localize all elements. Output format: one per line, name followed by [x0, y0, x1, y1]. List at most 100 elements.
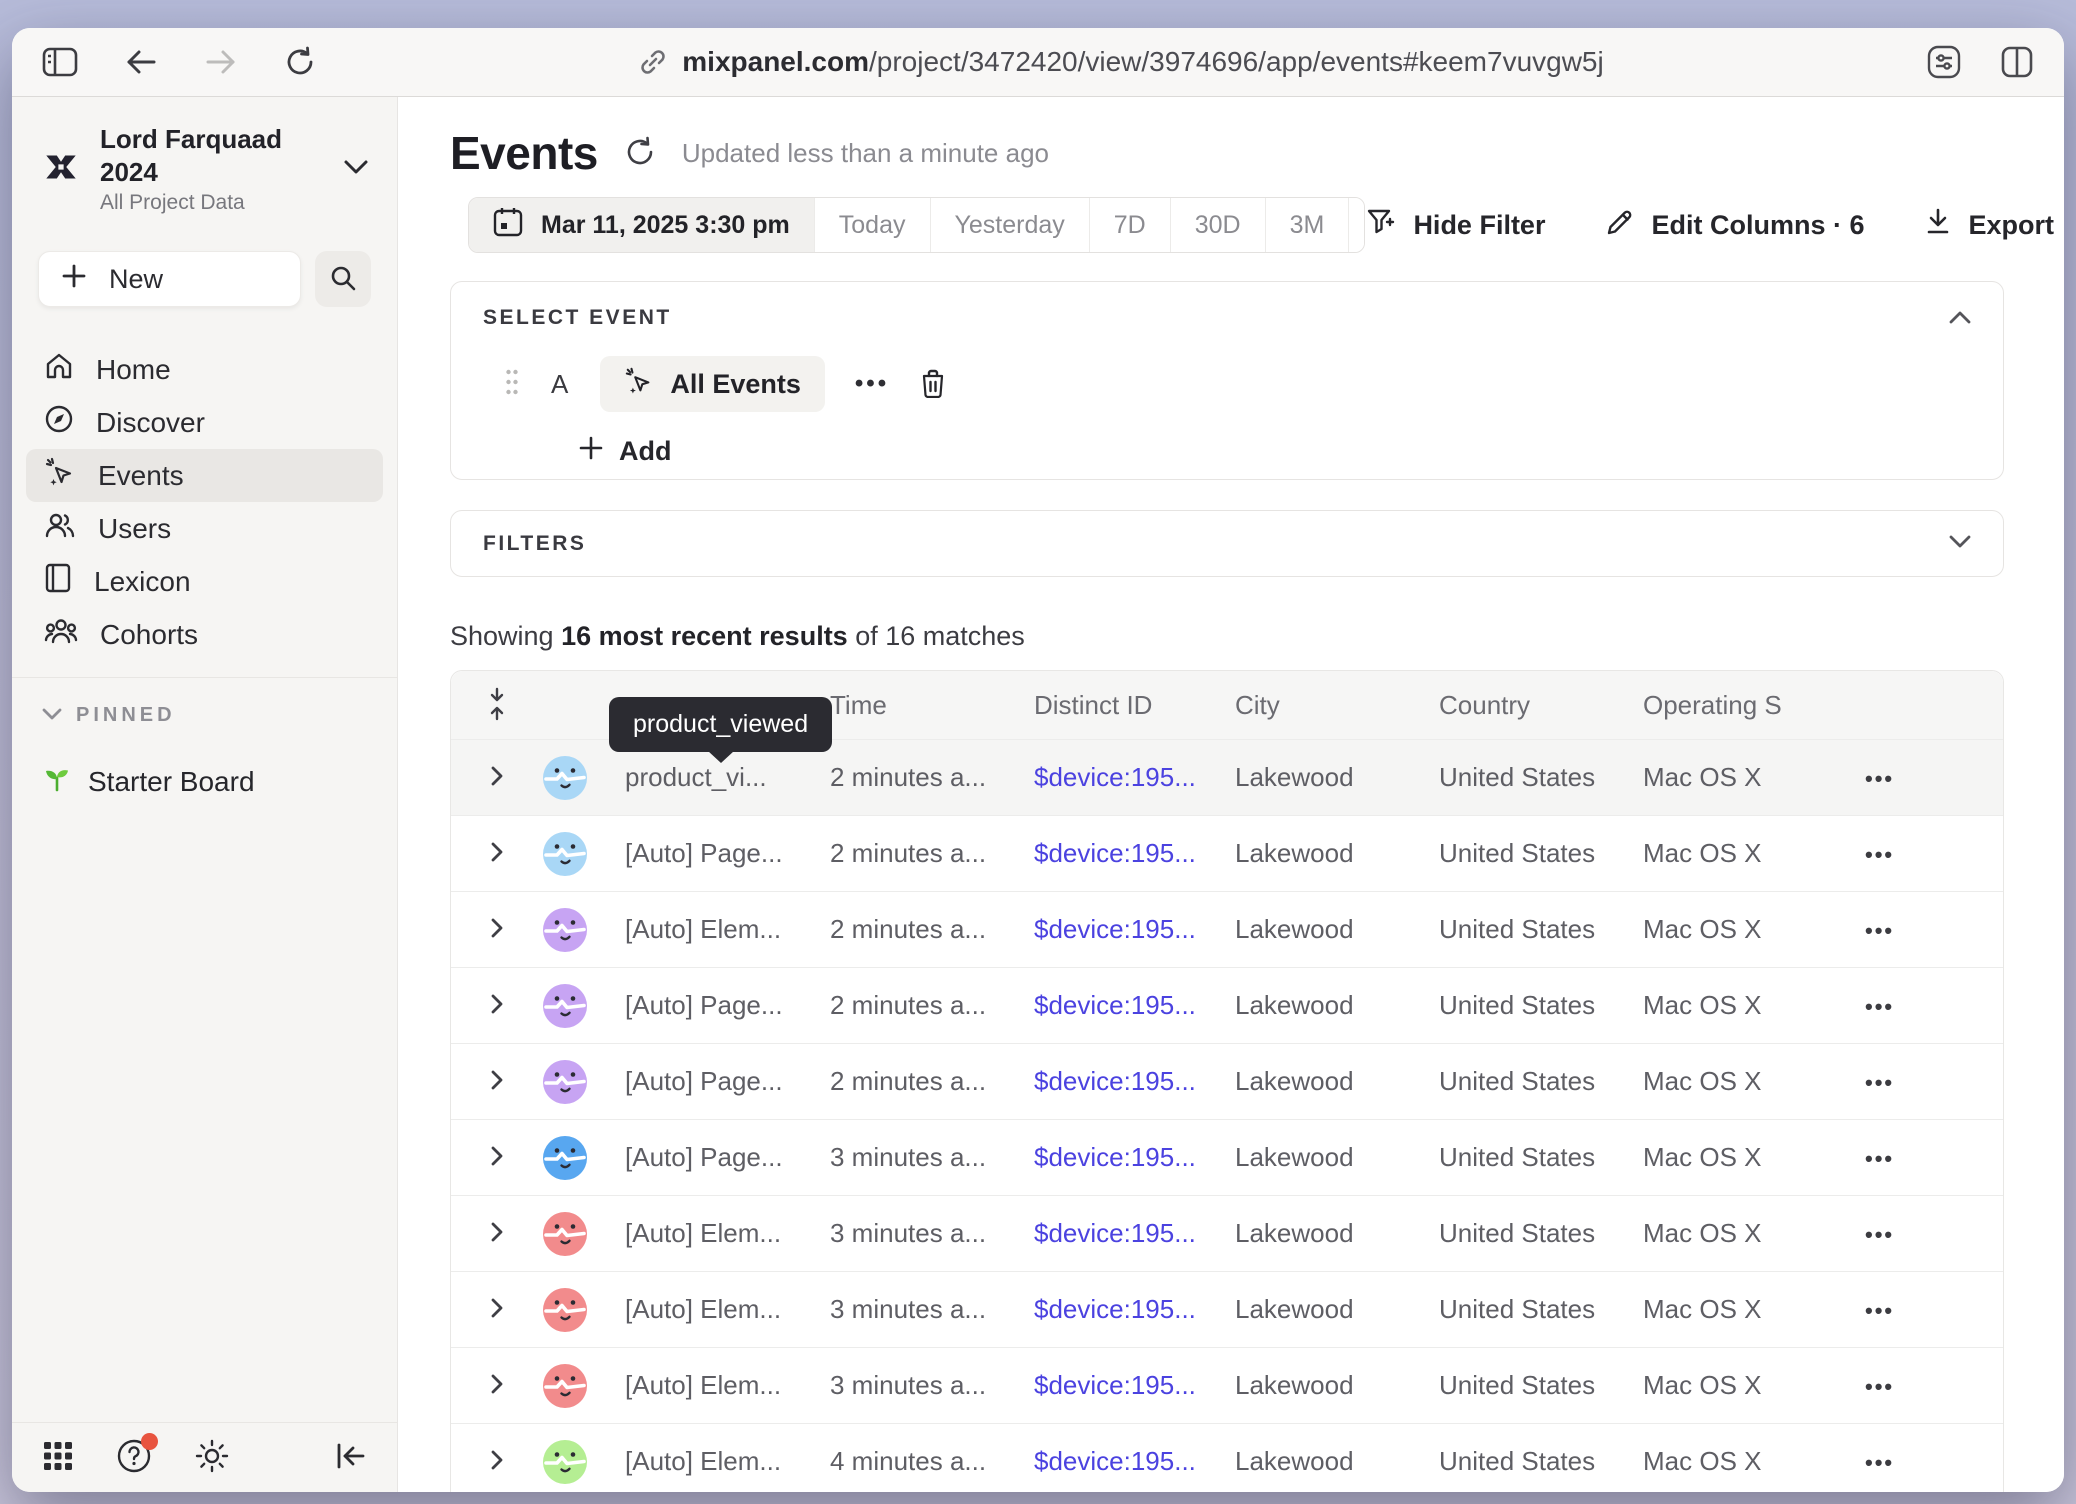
delete-event-button[interactable] [919, 368, 947, 401]
browser-split-view-button[interactable] [2000, 46, 2034, 78]
expand-row-button[interactable] [489, 840, 505, 867]
distinct-id-link[interactable]: $device:195... [1034, 1446, 1235, 1477]
distinct-id-link[interactable]: $device:195... [1034, 1142, 1235, 1173]
project-switcher[interactable]: Lord Farquaad 2024 All Project Data [12, 123, 397, 215]
table-row[interactable]: [Auto] Page...2 minutes a...$device:195.… [451, 815, 2003, 891]
apps-grid-button[interactable] [42, 1440, 74, 1475]
expand-row-button[interactable] [489, 916, 505, 943]
sidebar-item-home[interactable]: Home [26, 343, 383, 396]
column-header-distinct-id[interactable]: Distinct ID [1034, 690, 1235, 721]
distinct-id-link[interactable]: $device:195... [1034, 838, 1235, 869]
distinct-id-link[interactable]: $device:195... [1034, 762, 1235, 793]
column-header-country[interactable]: Country [1439, 690, 1643, 721]
pinned-item-starter-board[interactable]: Starter Board [12, 763, 397, 800]
expand-filters-button[interactable] [1949, 535, 1971, 552]
date-range-7d[interactable]: 7D [1090, 198, 1171, 252]
settings-button[interactable] [194, 1438, 230, 1477]
event-selector-button[interactable]: All Events [600, 356, 825, 412]
sidebar-item-cohorts[interactable]: Cohorts [26, 608, 383, 661]
distinct-id-link[interactable]: $device:195... [1034, 1294, 1235, 1325]
expand-row-button[interactable] [489, 1448, 505, 1475]
table-row[interactable]: [Auto] Page...3 minutes a...$device:195.… [451, 1119, 2003, 1195]
row-more-button[interactable]: ••• [1863, 1222, 1894, 1248]
event-more-button[interactable]: ••• [855, 370, 889, 398]
cohorts-icon [44, 616, 78, 653]
table-row[interactable]: [Auto] Elem...3 minutes a...$device:195.… [451, 1347, 2003, 1423]
refresh-button[interactable] [624, 136, 656, 171]
table-row[interactable]: [Auto] Elem...4 minutes a...$device:195.… [451, 1423, 2003, 1492]
date-range-today[interactable]: Today [815, 198, 931, 252]
edit-columns-button[interactable]: Edit Columns · 6 [1605, 207, 1864, 244]
expand-row-button[interactable] [489, 1144, 505, 1171]
sidebar-divider [12, 677, 397, 678]
browser-back-button[interactable] [124, 48, 158, 76]
sprout-icon [42, 763, 72, 800]
event-country: United States [1439, 1446, 1643, 1477]
sidebar-item-lexicon[interactable]: Lexicon [26, 555, 383, 608]
row-more-button[interactable]: ••• [1863, 918, 1894, 944]
results-prefix: Showing [450, 621, 561, 651]
table-row[interactable]: [Auto] Elem...3 minutes a...$device:195.… [451, 1271, 2003, 1347]
date-range-custom[interactable]: Mar 11, 2025 3:30 pm [469, 198, 815, 252]
search-button[interactable] [315, 251, 371, 307]
row-more-button[interactable]: ••• [1863, 1146, 1894, 1172]
drag-handle-icon[interactable] [505, 368, 519, 401]
row-more-button[interactable]: ••• [1863, 842, 1894, 868]
row-more-button[interactable]: ••• [1863, 766, 1894, 792]
browser-sidebar-toggle-button[interactable] [42, 47, 78, 77]
new-button[interactable]: New [38, 251, 301, 307]
table-row[interactable]: [Auto] Elem...2 minutes a...$device:195.… [451, 891, 2003, 967]
distinct-id-link[interactable]: $device:195... [1034, 990, 1235, 1021]
distinct-id-link[interactable]: $device:195... [1034, 1370, 1235, 1401]
distinct-id-link[interactable]: $device:195... [1034, 1066, 1235, 1097]
pinned-section-toggle[interactable]: PINNED [12, 704, 397, 727]
table-row[interactable]: [Auto] Elem...3 minutes a...$device:195.… [451, 1195, 2003, 1271]
event-country: United States [1439, 990, 1643, 1021]
row-more-button[interactable]: ••• [1863, 1374, 1894, 1400]
browser-forward-button[interactable] [204, 48, 238, 76]
date-range-3m[interactable]: 3M [1266, 198, 1350, 252]
collapse-sidebar-button[interactable] [335, 1442, 367, 1473]
sidebar-item-events[interactable]: Events [26, 449, 383, 502]
row-more-button[interactable]: ••• [1863, 1070, 1894, 1096]
sidebar-item-users[interactable]: Users [26, 502, 383, 555]
sidebar-item-label: Users [98, 513, 171, 545]
add-event-button[interactable]: Add [579, 436, 671, 467]
chevron-down-icon [1949, 535, 1971, 552]
address-bar[interactable]: mixpanel.com/project/3472420/view/397469… [316, 46, 1926, 78]
expand-row-button[interactable] [489, 1068, 505, 1095]
download-icon [1924, 207, 1952, 244]
expand-row-button[interactable] [489, 764, 505, 791]
help-button[interactable] [116, 1438, 152, 1477]
collapse-panel-button[interactable] [1949, 310, 1971, 327]
browser-reload-button[interactable] [284, 46, 316, 78]
collapse-all-rows-button[interactable] [487, 687, 507, 724]
event-city: Lakewood [1235, 914, 1439, 945]
distinct-id-link[interactable]: $device:195... [1034, 1218, 1235, 1249]
expand-row-button[interactable] [489, 1296, 505, 1323]
column-header-time[interactable]: Time [830, 690, 1034, 721]
column-header-os[interactable]: Operating S [1643, 690, 1863, 721]
hide-filter-button[interactable]: Hide Filter [1365, 206, 1545, 245]
column-header-city[interactable]: City [1235, 690, 1439, 721]
date-range-30d[interactable]: 30D [1171, 198, 1266, 252]
row-more-button[interactable]: ••• [1863, 1450, 1894, 1476]
table-row[interactable]: [Auto] Page...2 minutes a...$device:195.… [451, 967, 2003, 1043]
back-arrow-icon [124, 48, 158, 76]
distinct-id-link[interactable]: $device:195... [1034, 914, 1235, 945]
expand-row-button[interactable] [489, 992, 505, 1019]
browser-toolbar: mixpanel.com/project/3472420/view/397469… [12, 28, 2064, 97]
event-name: [Auto] Page... [625, 838, 830, 869]
expand-row-button[interactable] [489, 1372, 505, 1399]
date-range-yesterday[interactable]: Yesterday [931, 198, 1090, 252]
expand-row-button[interactable] [489, 1220, 505, 1247]
row-more-button[interactable]: ••• [1863, 1298, 1894, 1324]
url-path: /project/3472420/view/3974696/app/events… [869, 46, 1604, 77]
row-more-button[interactable]: ••• [1863, 994, 1894, 1020]
browser-page-settings-button[interactable] [1926, 45, 1962, 79]
table-row[interactable]: [Auto] Page...2 minutes a...$device:195.… [451, 1043, 2003, 1119]
sidebar-item-discover[interactable]: Discover [26, 396, 383, 449]
event-name: [Auto] Elem... [625, 914, 830, 945]
date-range-6m[interactable]: 6M [1349, 198, 1365, 252]
export-button[interactable]: Export [1924, 207, 2054, 244]
